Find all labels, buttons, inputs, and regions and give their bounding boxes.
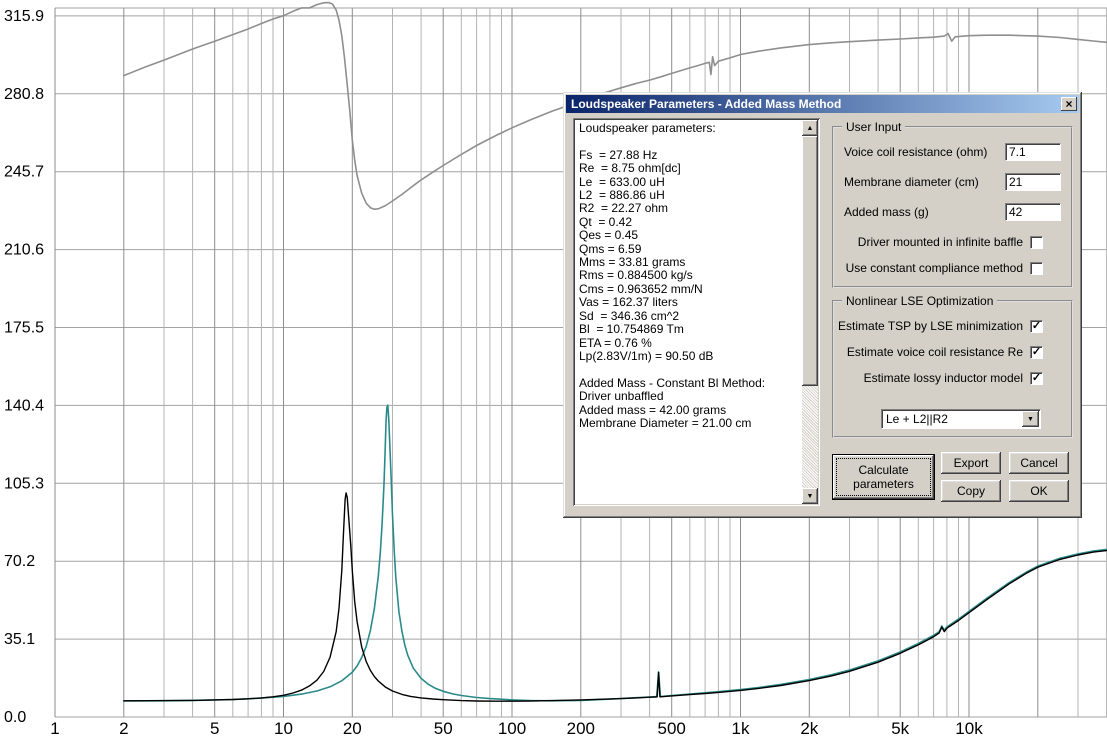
y-tick-label: 210.6 (4, 242, 44, 259)
x-tick-label: 2k (800, 719, 818, 738)
x-tick-label: 10 (274, 719, 293, 738)
loudspeaker-parameters-dialog: Loudspeaker Parameters - Added Mass Meth… (563, 92, 1082, 518)
x-tick-label: 50 (434, 719, 453, 738)
constant-compliance-label: Use constant compliance method (845, 261, 1023, 275)
calculate-parameters-button[interactable]: Calculate parameters (832, 454, 935, 500)
x-tick-label: 20 (343, 719, 362, 738)
estimate-re-checkbox[interactable]: ✓ (1030, 345, 1043, 359)
membrane-diameter-input[interactable] (1005, 173, 1061, 191)
estimate-inductor-label: Estimate lossy inductor model (863, 371, 1023, 385)
x-tick-label: 1 (50, 719, 59, 738)
added-mass-label: Added mass (g) (844, 205, 929, 219)
user-input-group-title: User Input (842, 120, 906, 134)
scroll-down-icon: ▼ (806, 492, 814, 500)
inductor-model-dropdown[interactable]: Le + L2||R2 ▼ (881, 409, 1041, 429)
checkbox-row: Use constant compliance method (840, 260, 1043, 276)
inductor-model-value: Le + L2||R2 (886, 412, 948, 426)
y-tick-label: 280.8 (4, 86, 44, 103)
x-tick-label: 500 (658, 719, 686, 738)
x-tick-label: 5 (210, 719, 219, 738)
x-tick-label: 5k (891, 719, 909, 738)
constant-compliance-checkbox[interactable] (1030, 261, 1043, 275)
y-tick-label: 70.2 (4, 553, 35, 570)
export-button[interactable]: Export (941, 452, 1001, 474)
y-tick-label: 175.5 (4, 320, 44, 337)
parameters-text-panel[interactable]: Loudspeaker parameters: Fs = 27.88 Hz Re… (573, 118, 820, 506)
added-mass-input[interactable] (1005, 203, 1061, 221)
dialog-titlebar[interactable]: Loudspeaker Parameters - Added Mass Meth… (566, 95, 1079, 113)
y-tick-label: 0.0 (4, 709, 26, 726)
infinite-baffle-label: Driver mounted in infinite baffle (857, 235, 1023, 249)
nonlinear-lse-group-title: Nonlinear LSE Optimization (842, 294, 998, 308)
y-tick-label: 105.3 (4, 475, 44, 492)
scroll-up-icon: ▲ (806, 124, 814, 132)
x-tick-label: 2 (119, 719, 128, 738)
estimate-tsp-label: Estimate TSP by LSE minimization (838, 319, 1023, 333)
scroll-down-button[interactable]: ▼ (802, 488, 818, 504)
membrane-diameter-label: Membrane diameter (cm) (844, 175, 979, 189)
user-input-group: User Input Voice coil resistance (ohm) M… (832, 120, 1073, 288)
field-row: Added mass (g) (844, 202, 1061, 222)
ok-button[interactable]: OK (1009, 480, 1069, 502)
dialog-title: Loudspeaker Parameters - Added Mass Meth… (571, 97, 842, 111)
estimate-tsp-checkbox[interactable]: ✓ (1030, 319, 1043, 333)
voice-coil-resistance-label: Voice coil resistance (ohm) (844, 145, 988, 159)
estimate-inductor-checkbox[interactable]: ✓ (1030, 371, 1043, 385)
checkbox-row: Estimate TSP by LSE minimization ✓ (838, 318, 1043, 334)
x-tick-label: 100 (498, 719, 526, 738)
checkbox-row: Estimate lossy inductor model ✓ (840, 370, 1043, 386)
close-icon: × (1065, 97, 1073, 111)
limp-application-window: 1 2 5 10 20 50 100 200 500 1k 2k 5k 10k 0.0 35.1 70.2 10… (0, 0, 1107, 738)
x-tick-label: 200 (567, 719, 595, 738)
infinite-baffle-checkbox[interactable] (1030, 235, 1043, 249)
x-tick-label: 1k (732, 719, 750, 738)
dropdown-button[interactable]: ▼ (1022, 411, 1039, 427)
scroll-up-button[interactable]: ▲ (802, 120, 818, 136)
field-row: Voice coil resistance (ohm) (844, 142, 1061, 162)
cancel-button[interactable]: Cancel (1009, 452, 1069, 474)
parameters-text: Loudspeaker parameters: Fs = 27.88 Hz Re… (579, 122, 766, 430)
checkbox-row: Driver mounted in infinite baffle (840, 234, 1043, 250)
y-tick-label: 35.1 (4, 631, 35, 648)
series-impedance-added-mass (123, 492, 1107, 702)
nonlinear-lse-group: Nonlinear LSE Optimization Estimate TSP … (832, 294, 1073, 438)
x-tick-label: 10k (955, 719, 983, 738)
copy-button[interactable]: Copy (941, 480, 1001, 502)
y-tick-label: 245.7 (4, 164, 44, 181)
y-tick-label: 140.4 (4, 397, 44, 414)
close-button[interactable]: × (1061, 97, 1077, 111)
voice-coil-resistance-input[interactable] (1005, 143, 1061, 161)
scrollbar[interactable]: ▲ ▼ (802, 120, 818, 504)
field-row: Membrane diameter (cm) (844, 172, 1061, 192)
y-tick-label: 315.9 (4, 8, 44, 25)
estimate-re-label: Estimate voice coil resistance Re (846, 345, 1023, 359)
checkbox-row: Estimate voice coil resistance Re ✓ (840, 344, 1043, 360)
chevron-down-icon: ▼ (1027, 415, 1034, 423)
scrollbar-thumb[interactable] (802, 136, 818, 386)
